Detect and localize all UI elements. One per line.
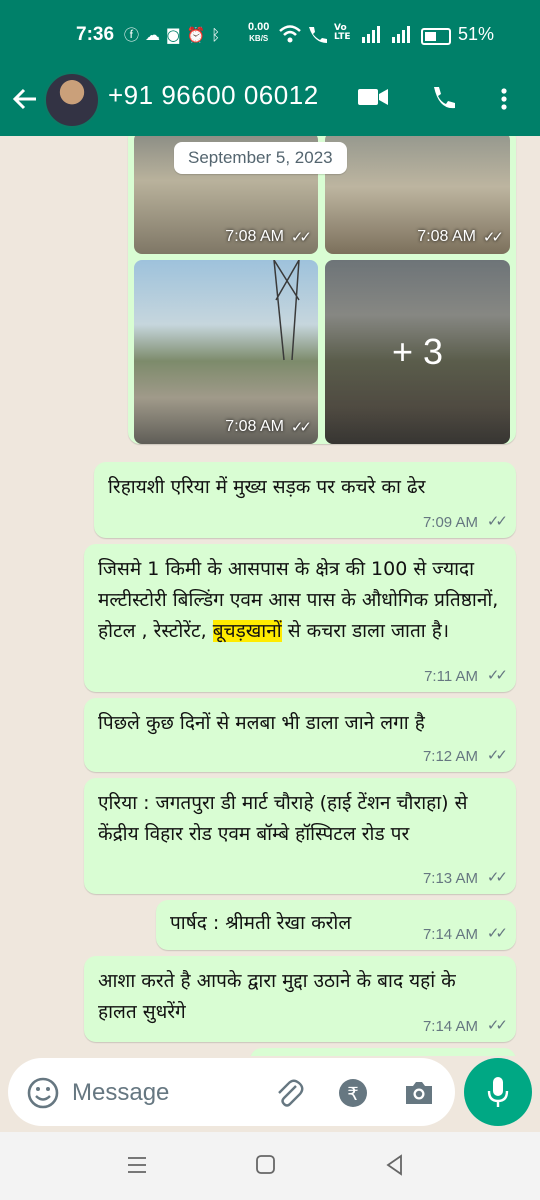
- message-bubble[interactable]: रिहायशी एरिया में मुख्य सड़क पर कचरे का …: [94, 462, 516, 538]
- chat-area[interactable]: 7:08 AM ✓✓ 7:08 AM ✓✓ 7:08 AM ✓✓ + 3 Septem…: [0, 136, 540, 1056]
- status-bar: 7:36 ⓕ☁◙⏰ᛒ 0.00 KB/S Vo LTE 51%: [0, 0, 540, 70]
- message-text: एरिया : जगतपुरा डी मार्ट चौराहे (हाई टें…: [98, 792, 468, 845]
- battery-fill: [425, 32, 436, 41]
- message-time: 7:14 AM: [422, 1018, 478, 1035]
- instagram-icon: ◙: [166, 26, 187, 44]
- back-icon[interactable]: [384, 1154, 406, 1176]
- back-arrow-icon[interactable]: [10, 84, 40, 114]
- voice-message-button[interactable]: [464, 1058, 532, 1126]
- message-time: 7:14 AM: [422, 926, 478, 943]
- more-photos-count[interactable]: + 3: [325, 260, 510, 444]
- read-receipt-icon: ✓✓: [290, 418, 312, 436]
- data-speed-icon: 0.00 KB/S: [248, 21, 270, 44]
- emoji-icon[interactable]: [26, 1076, 60, 1110]
- message-composer[interactable]: Message ₹: [8, 1058, 455, 1126]
- photo-thumbnail[interactable]: + 3: [325, 260, 510, 444]
- volte-icon: Vo LTE: [334, 23, 351, 42]
- message-time: 7:09 AM: [422, 514, 478, 531]
- message-bubble[interactable]: एरिया : जगतपुरा डी मार्ट चौराहे (हाई टें…: [84, 778, 516, 894]
- microphone-icon: [487, 1077, 509, 1107]
- message-time: 7:11 AM: [424, 668, 478, 685]
- phone-call-icon[interactable]: [428, 84, 458, 114]
- contact-name[interactable]: +91 96600 06012: [108, 80, 319, 111]
- read-receipt-icon: ✓✓: [290, 228, 312, 246]
- camera-icon[interactable]: [402, 1076, 436, 1110]
- message-bubble[interactable]: पार्षद : श्रीमती रेखा करोल 7:14 AM ✓✓: [156, 900, 516, 950]
- message-input[interactable]: Message: [72, 1079, 169, 1107]
- message-bubble[interactable]: जिसमे 1 किमी के आसपास के क्षेत्र की 100 …: [84, 544, 516, 692]
- read-receipt-icon: ✓✓: [486, 512, 508, 530]
- read-receipt-icon: ✓✓: [486, 924, 508, 942]
- read-receipt-icon: ✓✓: [482, 228, 504, 246]
- message-bubble[interactable]: पिछले कुछ दिनों से मलबा भी डाला जाने लगा…: [84, 698, 516, 772]
- cloud-icon: ☁: [145, 26, 167, 44]
- read-receipt-icon: ✓✓: [486, 666, 508, 684]
- system-nav-bar: [0, 1132, 540, 1200]
- wifi-icon: [279, 25, 301, 43]
- status-icons: ⓕ☁◙⏰ᛒ: [124, 24, 226, 45]
- signal-icon: [362, 26, 380, 43]
- home-icon[interactable]: [255, 1154, 277, 1176]
- message-text: पिछले कुछ दिनों से मलबा भी डाला जाने लगा…: [98, 712, 425, 734]
- message-bubble[interactable]: आशा करते है आपके द्वारा मुद्दा उठाने के …: [84, 956, 516, 1042]
- message-bubble-partial[interactable]: [250, 1048, 516, 1056]
- svg-text:₹: ₹: [347, 1084, 358, 1105]
- highlighted-text: बूचड़खानों: [212, 620, 282, 642]
- status-time: 7:36: [76, 24, 115, 45]
- date-chip: September 5, 2023: [174, 142, 347, 174]
- attach-icon[interactable]: [272, 1076, 306, 1110]
- message-time: 7:12 AM: [422, 748, 478, 765]
- recents-icon[interactable]: [126, 1154, 148, 1176]
- avatar[interactable]: [44, 72, 100, 128]
- message-time: 7:13 AM: [422, 870, 478, 887]
- signal-icon: [392, 26, 410, 43]
- message-text: पार्षद : श्रीमती रेखा करोल: [170, 912, 352, 934]
- chat-header: +91 96600 06012: [0, 70, 540, 136]
- message-text: रिहायशी एरिया में मुख्य सड़क पर कचरे का …: [108, 476, 426, 498]
- photo-thumbnail[interactable]: 7:08 AM ✓✓: [134, 260, 318, 444]
- photo-thumbnail[interactable]: 7:08 AM ✓✓: [325, 136, 510, 254]
- wifi-call-icon: [309, 27, 327, 43]
- battery-icon: [421, 28, 451, 45]
- facebook-icon: ⓕ: [124, 26, 146, 44]
- message-text: जिसमे 1 किमी के आसपास के क्षेत्र की 100 …: [98, 558, 499, 642]
- read-receipt-icon: ✓✓: [486, 746, 508, 764]
- read-receipt-icon: ✓✓: [486, 868, 508, 886]
- battery-percent: 51%: [458, 24, 495, 44]
- read-receipt-icon: ✓✓: [486, 1016, 508, 1034]
- more-options-icon[interactable]: [494, 84, 514, 114]
- payment-rupee-icon[interactable]: ₹: [336, 1076, 370, 1110]
- alarm-icon: ⏰: [186, 26, 212, 44]
- video-call-icon[interactable]: [356, 82, 390, 112]
- tower-graphic: [273, 260, 300, 361]
- bluetooth-icon: ᛒ: [211, 26, 227, 44]
